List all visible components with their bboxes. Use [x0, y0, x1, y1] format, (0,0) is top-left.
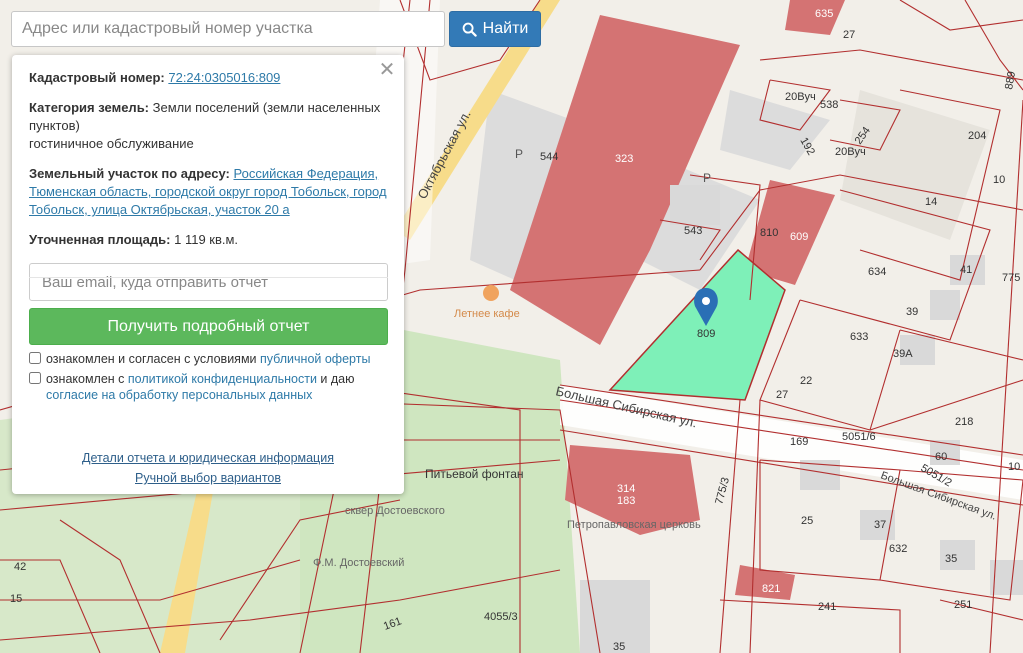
- parcel-number: 635: [815, 8, 833, 20]
- cadastral-number-link[interactable]: 72:24:0305016:809: [168, 70, 280, 85]
- parcel-number: 543: [684, 225, 702, 237]
- parcel-number: 25: [801, 515, 813, 527]
- parcel-number: 37: [874, 519, 886, 531]
- parcel-number: 22: [800, 375, 812, 387]
- parcel-number: 323: [615, 153, 633, 165]
- parcel-number: 544: [540, 151, 558, 163]
- category-use: гостиничное обслуживание: [29, 136, 194, 151]
- parcel-number: 39: [906, 306, 918, 318]
- parcel-number: 821: [762, 583, 780, 595]
- category-row: Категория земель: Земли поселений (земли…: [29, 99, 388, 153]
- parcel-number: 39А: [893, 348, 913, 360]
- parcel-number: 5051/6: [842, 431, 876, 443]
- privacy-policy-link[interactable]: политикой конфиденциальности: [128, 372, 317, 386]
- manual-selection-link[interactable]: Ручной выбор вариантов: [135, 471, 281, 485]
- parking-label: P: [703, 171, 711, 185]
- poi-label: сквер Достоевского: [345, 505, 445, 517]
- personal-data-consent-link[interactable]: согласие на обработку персональных данны…: [46, 388, 312, 402]
- category-label: Категория земель:: [29, 100, 150, 115]
- parcel-number: 27: [843, 29, 855, 41]
- consent-privacy: ознакомлен с политикой конфиденциальност…: [29, 371, 388, 403]
- parcel-number: 35: [613, 641, 625, 653]
- consent-offer: ознакомлен и согласен с условиями публич…: [29, 351, 388, 367]
- area-row: Уточненная площадь: 1 119 кв.м.: [29, 231, 388, 249]
- cadastral-row: Кадастровый номер: 72:24:0305016:809: [29, 69, 388, 87]
- public-offer-link[interactable]: публичной оферты: [260, 352, 370, 366]
- consent-privacy-mid: и даю: [316, 372, 355, 386]
- poi-label: Летнее кафе: [454, 308, 520, 320]
- parcel-number: 775: [1002, 272, 1020, 284]
- consent-offer-checkbox[interactable]: [29, 352, 41, 364]
- parcel-number: 314: [617, 483, 635, 495]
- parcel-number: 609: [790, 231, 808, 243]
- search-button[interactable]: Найти: [449, 11, 541, 47]
- parcel-number: 27: [776, 389, 788, 401]
- parking-label: P: [515, 147, 523, 161]
- search-button-label: Найти: [482, 20, 529, 37]
- poi-label: Питьевой фонтан: [425, 467, 524, 481]
- search-bar: Найти: [11, 11, 541, 47]
- area-value: 1 119 кв.м.: [174, 232, 239, 247]
- poi-label: Ф.М. Достоевский: [313, 557, 404, 569]
- search-input[interactable]: [11, 11, 445, 47]
- consent-privacy-checkbox[interactable]: [29, 372, 41, 384]
- parcel-number: 14: [925, 196, 937, 208]
- parcel-number: 41: [960, 264, 972, 276]
- email-field[interactable]: [29, 263, 388, 301]
- poi-label: Петропавловская церковь: [567, 519, 701, 531]
- parcel-number: 809: [697, 328, 715, 340]
- consent-offer-text: ознакомлен и согласен с условиями: [46, 352, 260, 366]
- parcel-number: 538: [820, 99, 838, 111]
- search-icon: [462, 22, 477, 37]
- parcel-info-panel: ✕ Кадастровый номер: 72:24:0305016:809 К…: [12, 55, 404, 494]
- get-report-button[interactable]: Получить подробный отчет: [29, 308, 388, 345]
- parcel-number: 60: [935, 451, 947, 463]
- parcel-number: 20Вуч: [785, 91, 816, 103]
- report-details-link[interactable]: Детали отчета и юридическая информация: [82, 451, 334, 465]
- bottom-links: Детали отчета и юридическая информация Р…: [12, 448, 404, 488]
- address-row: Земельный участок по адресу: Российская …: [29, 165, 388, 219]
- parcel-number: 632: [889, 543, 907, 555]
- parcel-number: 251: [954, 599, 972, 611]
- cafe-icon[interactable]: [483, 285, 499, 301]
- parcel-number: 35: [945, 553, 957, 565]
- parcel-number: 4055/3: [484, 611, 518, 623]
- parcel-number: 241: [818, 601, 836, 613]
- parcel-number: 42: [14, 561, 26, 573]
- divider: [29, 277, 388, 278]
- parcel-number: 633: [850, 331, 868, 343]
- parcel-number: 15: [10, 593, 22, 605]
- parcel-number: 169: [790, 436, 808, 448]
- consent-privacy-text: ознакомлен с: [46, 372, 128, 386]
- parcel-number: 204: [968, 130, 986, 142]
- address-label: Земельный участок по адресу:: [29, 166, 230, 181]
- parcel-number: 10: [993, 174, 1005, 186]
- parcel-number: 218: [955, 416, 973, 428]
- parcel-number: 634: [868, 266, 886, 278]
- area-label: Уточненная площадь:: [29, 232, 171, 247]
- parcel-number: 10: [1008, 461, 1020, 473]
- parcel-number: 20Вуч: [835, 146, 866, 158]
- cadastral-label: Кадастровый номер:: [29, 70, 165, 85]
- close-icon[interactable]: ✕: [378, 60, 396, 80]
- parcel-number: 183: [617, 495, 635, 507]
- parcel-number: 810: [760, 227, 778, 239]
